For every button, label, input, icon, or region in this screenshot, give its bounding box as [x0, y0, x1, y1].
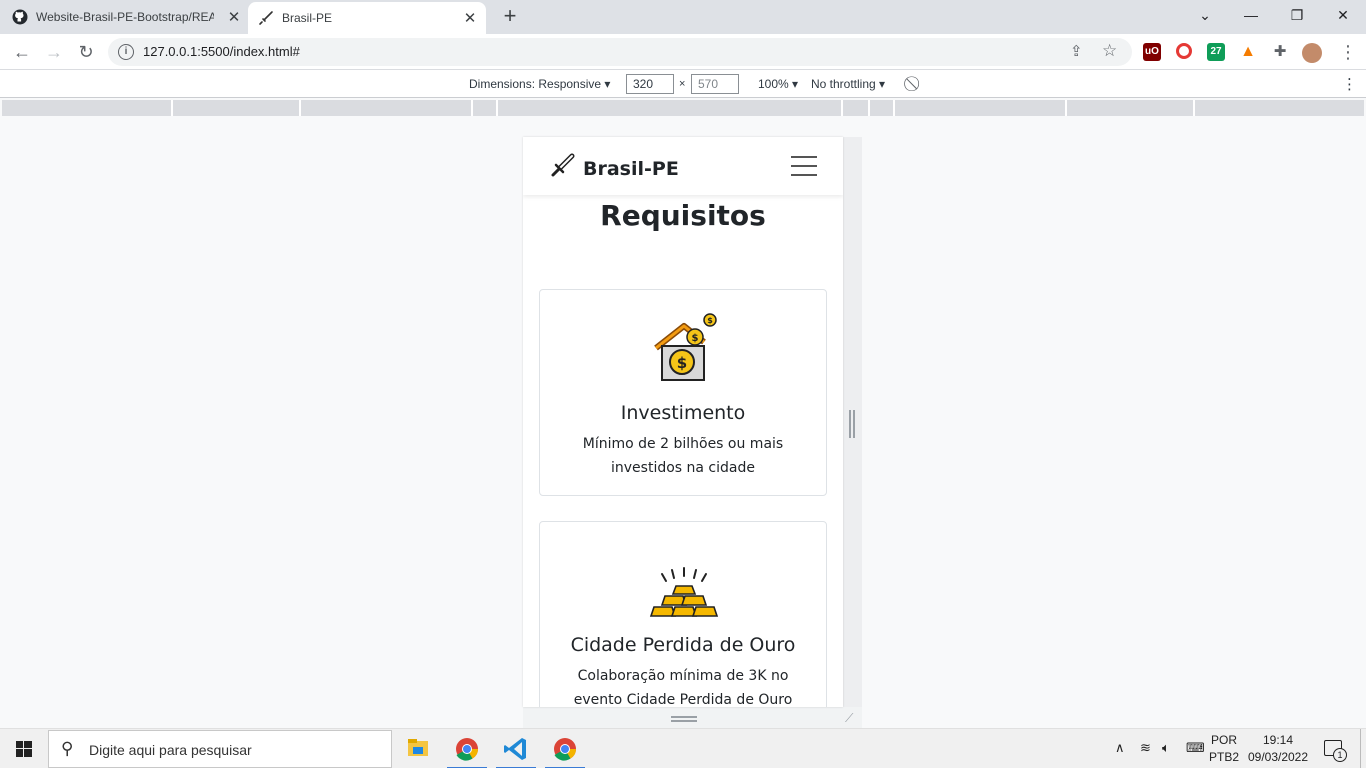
- hamburger-menu-icon[interactable]: [791, 156, 817, 176]
- chrome-taskbar-icon-2[interactable]: [541, 729, 589, 768]
- dimensions-dropdown[interactable]: Dimensions: Responsive ▾: [469, 77, 610, 91]
- vscode-taskbar-icon[interactable]: [492, 729, 540, 768]
- bookmark-star-icon[interactable]: ☆: [1102, 41, 1117, 61]
- address-bar[interactable]: i 127.0.0.1:5500/index.html# ⇪ ☆: [108, 38, 1132, 66]
- height-input[interactable]: 570: [691, 74, 739, 94]
- close-tab-icon[interactable]: ✕: [226, 8, 242, 26]
- search-placeholder: Digite aqui para pesquisar: [89, 742, 252, 758]
- search-icon: ⚲: [61, 739, 74, 758]
- times-sign: ×: [679, 78, 686, 90]
- github-icon: [12, 9, 28, 25]
- opera-addon-icon[interactable]: [1176, 43, 1192, 59]
- vlc-icon[interactable]: ▲: [1239, 43, 1257, 61]
- tab-title: Brasil-PE: [282, 11, 333, 25]
- device-toolbar: Dimensions: Responsive ▾ 320 × 570 100% …: [0, 70, 1366, 98]
- notifications-icon[interactable]: 1: [1324, 740, 1347, 762]
- emulated-viewport: Brasil-PE Requisitos $ $ $ Investimento …: [523, 137, 843, 707]
- tab-github-readme[interactable]: Website-Brasil-PE-Bootstrap/README.md ✕: [12, 0, 246, 34]
- wifi-icon[interactable]: ≋: [1140, 740, 1151, 756]
- requirement-card: $ $ $ Investimento Mínimo de 2 bilhões o…: [539, 289, 827, 496]
- viewport-resize-handle-bottom[interactable]: [671, 716, 697, 722]
- tab-strip: Website-Brasil-PE-Bootstrap/README.md ✕ …: [0, 0, 1366, 34]
- site-info-icon[interactable]: i: [118, 44, 134, 60]
- house-money-icon: $ $ $: [648, 312, 720, 384]
- profile-avatar[interactable]: [1302, 43, 1322, 63]
- notification-count: 1: [1333, 748, 1347, 762]
- viewport-resize-handle-right[interactable]: [849, 410, 855, 438]
- tab-search-chevron-icon[interactable]: ⌄: [1182, 0, 1228, 30]
- show-desktop-button[interactable]: [1360, 729, 1366, 768]
- section-title: Requisitos: [600, 199, 766, 232]
- requirement-card: Cidade Perdida de Ouro Colaboração mínim…: [539, 521, 827, 707]
- browser-menu-icon[interactable]: ⋮: [1336, 40, 1360, 64]
- share-icon[interactable]: ⇪: [1070, 42, 1083, 60]
- brand-link[interactable]: Brasil-PE: [549, 153, 679, 184]
- calendar-27-icon[interactable]: 27: [1207, 43, 1225, 61]
- back-arrow-icon[interactable]: ←: [10, 40, 34, 64]
- card-text: Colaboração mínima de 3K no evento Cidad…: [573, 668, 793, 707]
- svg-text:$: $: [707, 316, 713, 325]
- windows-taskbar: ⚲ Digite aqui para pesquisar ∧ ≋ 🔈︎ ⌨ PO…: [0, 728, 1366, 768]
- keyboard-status-icon[interactable]: ⌨: [1186, 740, 1205, 756]
- viewport-resize-area-bottom: ⟋: [523, 707, 862, 728]
- sword-icon: [549, 153, 575, 184]
- site-navbar: Brasil-PE: [523, 137, 843, 195]
- brand-name: Brasil-PE: [583, 157, 679, 180]
- minimize-button[interactable]: —: [1228, 0, 1274, 30]
- taskbar-clock[interactable]: 19:14 09/03/2022: [1240, 732, 1316, 766]
- tab-title: Website-Brasil-PE-Bootstrap/README.md: [36, 10, 214, 24]
- browser-toolbar: ← → ↻ i 127.0.0.1:5500/index.html# ⇪ ☆ u…: [0, 34, 1366, 70]
- chrome-taskbar-icon[interactable]: [443, 729, 491, 768]
- volume-icon[interactable]: 🔈︎: [1162, 740, 1170, 756]
- ublock-icon[interactable]: uO: [1143, 43, 1161, 61]
- puzzle-extensions-icon[interactable]: ✚: [1271, 43, 1289, 61]
- new-tab-button[interactable]: +: [498, 4, 522, 28]
- tab-brasil-pe[interactable]: Brasil-PE ✕: [248, 2, 486, 34]
- taskbar-search-box[interactable]: ⚲ Digite aqui para pesquisar: [48, 730, 392, 768]
- restore-button[interactable]: ❐: [1274, 0, 1320, 30]
- card-title: Investimento: [620, 402, 746, 424]
- card-title: Cidade Perdida de Ouro: [570, 634, 796, 656]
- address-url[interactable]: 127.0.0.1:5500/index.html#: [143, 44, 300, 59]
- clock-date: 09/03/2022: [1247, 750, 1309, 764]
- reload-icon[interactable]: ↻: [74, 40, 98, 64]
- input-language[interactable]: POR PTB2: [1206, 732, 1242, 766]
- svg-text:$: $: [677, 354, 687, 372]
- close-window-button[interactable]: ✕: [1320, 0, 1366, 30]
- card-text: Mínimo de 2 bilhões ou mais investidos n…: [582, 436, 784, 476]
- svg-text:$: $: [692, 333, 699, 344]
- throttling-dropdown[interactable]: No throttling ▾: [811, 77, 885, 91]
- clock-time: 19:14: [1262, 733, 1294, 747]
- file-explorer-icon[interactable]: [394, 729, 442, 768]
- media-query-ruler[interactable]: [2, 100, 1364, 116]
- forward-arrow-icon[interactable]: →: [42, 40, 66, 64]
- close-tab-icon[interactable]: ✕: [462, 9, 478, 27]
- zoom-dropdown[interactable]: 100% ▾: [758, 77, 798, 91]
- windows-start-icon[interactable]: [16, 741, 32, 762]
- width-input[interactable]: 320: [626, 74, 674, 94]
- sword-icon: [258, 10, 274, 26]
- viewport-resize-corner-icon[interactable]: ⟋: [845, 711, 853, 726]
- gold-bars-icon: [648, 562, 720, 634]
- device-options-icon[interactable]: ⋮: [1342, 75, 1357, 93]
- chevron-up-icon[interactable]: ∧: [1115, 740, 1125, 756]
